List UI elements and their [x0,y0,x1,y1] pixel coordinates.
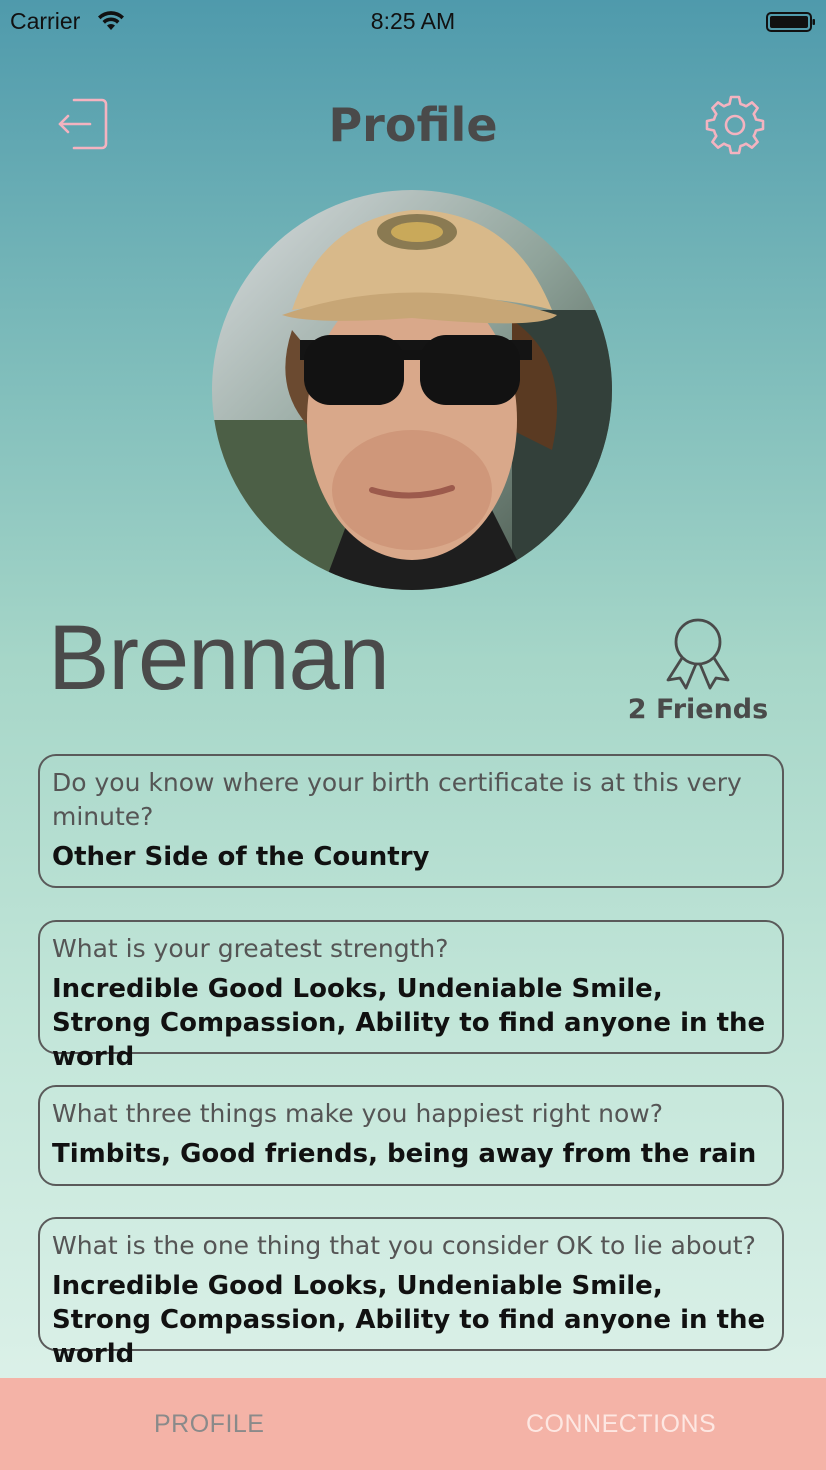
settings-button[interactable] [704,94,766,156]
answer-text: Incredible Good Looks, Undeniable Smile,… [52,1271,766,1369]
question-card[interactable]: Do you know where your birth certificate… [38,754,784,888]
answer-text: Other Side of the Country [52,842,430,872]
status-bar: Carrier 8:25 AM [0,0,826,44]
page-title: Profile [328,98,498,152]
profile-name: Brennan [48,607,390,709]
question-text: Do you know where your birth certificate… [52,768,742,831]
tab-profile[interactable]: PROFILE [154,1410,264,1439]
question-card[interactable]: What is your greatest strength? Incredib… [38,920,784,1072]
tab-connections[interactable]: CONNECTIONS [526,1410,716,1439]
question-text: What is your greatest strength? [52,934,449,963]
answer-text: Incredible Good Looks, Undeniable Smile,… [52,974,766,1072]
question-card[interactable]: What is the one thing that you consider … [38,1217,784,1369]
answer-text: Timbits, Good friends, being away from t… [52,1139,757,1169]
friends-count[interactable]: 2 Friends [620,694,776,725]
award-ribbon-icon [666,618,730,690]
status-time: 8:25 AM [370,8,456,34]
question-text: What three things make you happiest righ… [52,1099,664,1128]
battery-icon [766,12,815,32]
question-card[interactable]: What three things make you happiest righ… [38,1085,784,1186]
profile-avatar [212,190,612,590]
tab-bar: PROFILE CONNECTIONS [0,1378,826,1470]
friends-badge[interactable] [660,614,736,690]
gear-icon [705,95,765,155]
question-text: What is the one thing that you consider … [52,1231,756,1260]
